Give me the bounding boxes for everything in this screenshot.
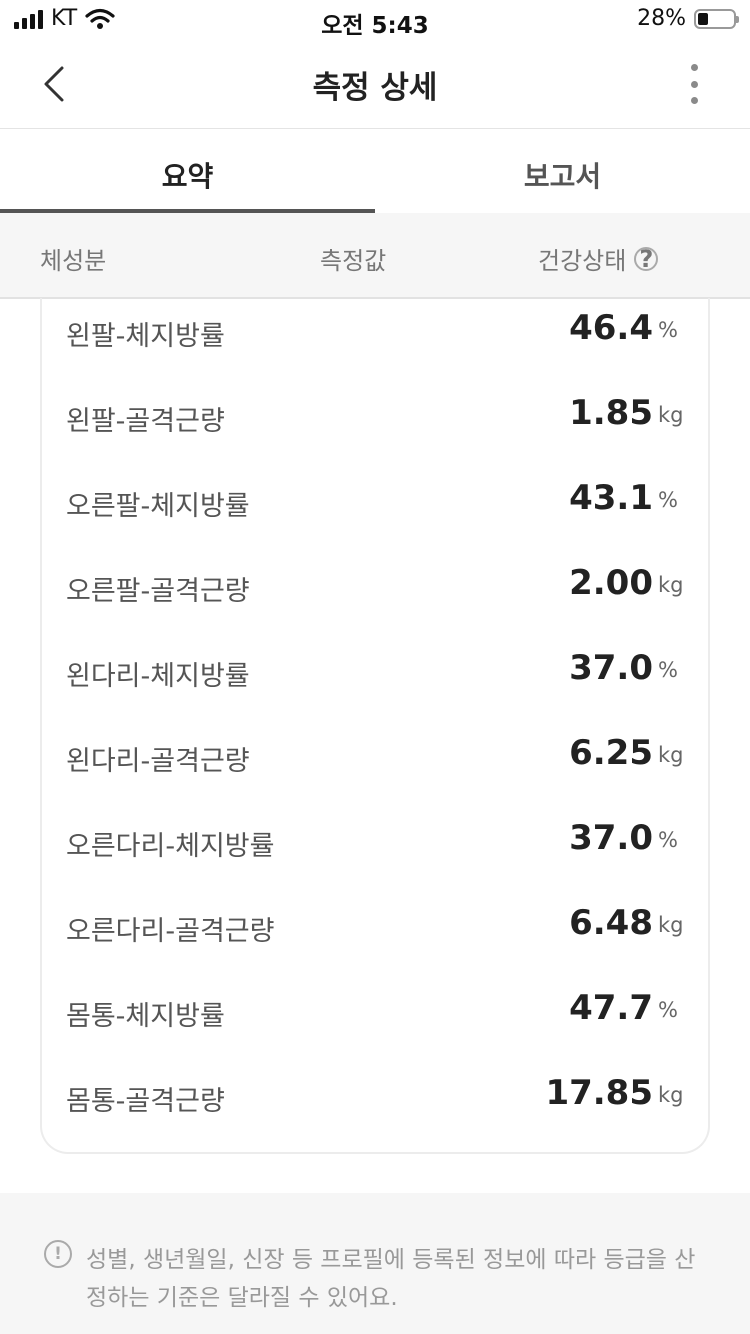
row-value: 6.25 [569,733,653,773]
row-unit: % [658,998,678,1022]
info-notice: ! 성별, 생년월일, 신장 등 프로필에 등록된 정보에 따라 등급을 산정하… [0,1193,750,1334]
row-label: 오른팔-골격근량 [66,576,250,607]
tab-summary[interactable]: 요약 [0,129,375,213]
exclamation-circle-icon: ! [44,1240,72,1268]
row-label: 몸통-체지방률 [66,1001,225,1032]
column-header-health-status: 건강상태 ? [538,241,659,276]
more-options-button[interactable] [684,64,704,104]
tab-bar: 요약 보고서 [0,129,750,213]
row-value: 43.1 [569,478,653,518]
column-header-body-composition: 체성분 [40,247,107,275]
row-value: 37.0 [569,648,653,688]
status-right: 28% [637,6,739,31]
page-title: 측정 상세 [312,70,438,106]
table-row: 오른다리-골격근량 6.48 kg [66,899,686,959]
battery-icon [694,8,739,29]
row-unit: % [658,318,678,342]
row-unit: kg [658,743,684,767]
row-value: 37.0 [569,818,653,858]
row-value: 47.7 [569,988,653,1028]
table-row: 몸통-골격근량 17.85 kg [66,1069,686,1129]
battery-percent: 28% [637,6,686,31]
row-label: 오른다리-골격근량 [66,916,275,947]
question-circle-icon[interactable]: ? [634,245,659,273]
row-label: 왼다리-골격근량 [66,746,250,777]
row-label: 오른다리-체지방률 [66,831,275,862]
table-row: 왼팔-체지방률 46.4% [66,304,686,364]
table-header: 체성분 측정값 건강상태 ? [0,213,750,299]
table-row: 왼팔-골격근량 1.85 kg [66,389,686,449]
notice-text: 성별, 생년월일, 신장 등 프로필에 등록된 정보에 따라 등급을 산정하는 … [86,1247,696,1311]
row-label: 오른팔-체지방률 [66,491,250,522]
row-unit: kg [658,573,684,597]
row-label: 몸통-골격근량 [66,1086,225,1117]
row-value: 6.48 [569,903,653,943]
health-status-label: 건강상태 [538,247,627,275]
table-row: 오른팔-골격근량 2.00 kg [66,559,686,619]
row-unit: % [658,658,678,682]
row-value: 2.00 [569,563,653,603]
row-unit: kg [658,403,684,427]
tab-report[interactable]: 보고서 [375,129,750,213]
table-row: 왼다리-체지방률 37.0% [66,644,686,704]
row-value: 46.4 [569,308,653,348]
table-row: 오른다리-체지방률 37.0% [66,814,686,874]
navigation-bar: 측정 상세 [0,40,750,129]
table-row: 오른팔-체지방률 43.1% [66,474,686,534]
row-unit: % [658,488,678,512]
table-row: 몸통-체지방률 47.7% [66,984,686,1044]
status-bar: KT 오전 5:43 28% [0,0,750,40]
row-label: 왼팔-골격근량 [66,406,225,437]
row-unit: % [658,828,678,852]
column-header-measured-value: 측정값 [320,247,387,275]
row-unit: kg [658,913,684,937]
row-unit: kg [658,1083,684,1107]
row-label: 왼다리-체지방률 [66,661,250,692]
measurement-card: 왼팔-체지방률 46.4% 왼팔-골격근량 1.85 kg 오른팔-체지방률 43… [40,298,710,1154]
row-value: 17.85 [545,1073,653,1113]
table-row: 왼다리-골격근량 6.25 kg [66,729,686,789]
more-vertical-icon [690,64,698,71]
row-label: 왼팔-체지방률 [66,321,225,352]
row-value: 1.85 [569,393,653,433]
